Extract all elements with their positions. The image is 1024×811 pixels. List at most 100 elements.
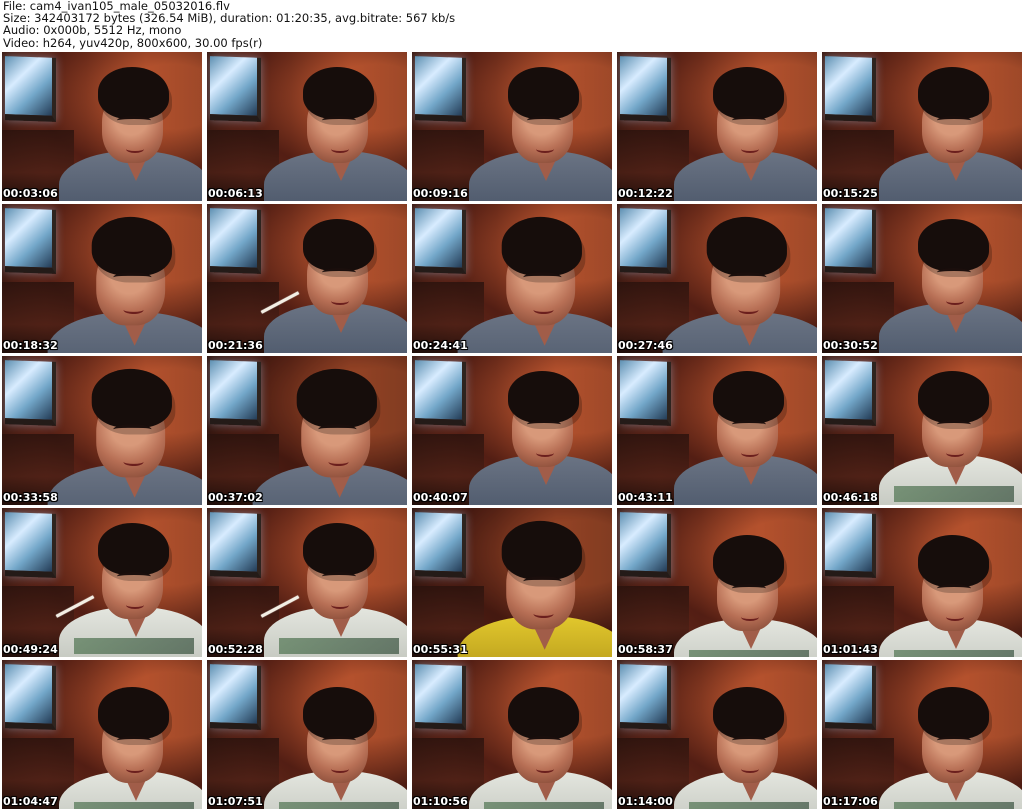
hair-shape <box>501 216 582 276</box>
mouth-shape <box>328 457 349 467</box>
thumbnail: 00:55:31 <box>412 508 612 657</box>
mouth-shape <box>946 297 964 305</box>
mouth-shape <box>126 601 144 609</box>
eyes-shape <box>113 272 152 282</box>
thumbnail-timestamp: 00:06:13 <box>208 187 263 200</box>
thumbnail: 00:27:46 <box>617 204 817 353</box>
thumbnail-timestamp: 01:07:51 <box>208 795 263 808</box>
eyes-shape <box>937 268 971 277</box>
thumbnail: 00:58:37 <box>617 508 817 657</box>
mouth-shape <box>126 145 144 153</box>
tv-screen-image <box>210 664 261 730</box>
thumbnail: 00:24:41 <box>412 204 612 353</box>
thumbnail-timestamp: 00:55:31 <box>413 643 468 656</box>
mouth-shape <box>738 305 759 315</box>
hair-shape <box>706 216 787 276</box>
video-info-text: Video: h264, yuv420p, 800x600, 30.00 fps… <box>3 35 263 50</box>
thumbnail: 00:03:06 <box>2 52 202 201</box>
tv-screen-image <box>825 664 876 730</box>
person-image <box>874 67 1022 201</box>
mouth-shape <box>741 613 759 621</box>
eyes-shape <box>322 736 356 745</box>
thumbnail: 01:07:51 <box>207 660 407 809</box>
mouth-shape <box>946 449 964 457</box>
thumbnail: 01:17:06 <box>822 660 1022 809</box>
thumbnail-timestamp: 00:09:16 <box>413 187 468 200</box>
thumbnail-timestamp: 01:14:00 <box>618 795 673 808</box>
mouth-shape <box>946 145 964 153</box>
mouth-shape <box>126 765 144 773</box>
thumbnail-timestamp: 00:43:11 <box>618 491 673 504</box>
mouth-shape <box>741 145 759 153</box>
thumbnail: 00:37:02 <box>207 356 407 505</box>
hair-shape <box>918 371 989 423</box>
thumbnail-timestamp: 00:21:36 <box>208 339 263 352</box>
hair-shape <box>918 687 989 739</box>
hair-shape <box>303 523 374 575</box>
person-image <box>874 371 1022 505</box>
thumbnail-timestamp: 01:01:43 <box>823 643 878 656</box>
mouth-shape <box>533 305 554 315</box>
tv-screen-image <box>415 56 466 122</box>
tv-screen-image <box>210 512 261 578</box>
eyes-shape <box>523 272 562 282</box>
hair-shape <box>713 687 784 739</box>
mouth-shape <box>331 145 349 153</box>
tv-screen-image <box>620 56 671 122</box>
hair-shape <box>508 687 579 739</box>
thumbnail-timestamp: 00:03:06 <box>3 187 58 200</box>
thumbnail-timestamp: 00:40:07 <box>413 491 468 504</box>
eyes-shape <box>117 572 151 581</box>
person-image <box>669 687 817 809</box>
eyes-shape <box>937 736 971 745</box>
mouth-shape <box>331 601 349 609</box>
hair-shape <box>508 371 579 423</box>
tv-screen-image <box>825 56 876 122</box>
person-image <box>247 368 407 505</box>
thumbnail: 00:43:11 <box>617 356 817 505</box>
thumbnail-timestamp: 00:33:58 <box>3 491 58 504</box>
person-image <box>259 687 407 809</box>
eyes-shape <box>113 424 152 434</box>
hair-shape <box>98 67 169 119</box>
mouth-shape <box>741 449 759 457</box>
hair-shape <box>918 219 989 271</box>
person-image <box>259 523 407 657</box>
eyes-shape <box>322 116 356 125</box>
file-info-header: File: cam4_ivan105_male_05032016.flv Siz… <box>3 0 1021 50</box>
hair-shape <box>91 368 172 428</box>
tv-screen-image <box>620 664 671 730</box>
tv-screen-image <box>5 512 56 578</box>
hair-shape <box>91 216 172 276</box>
thumbnail: 00:12:22 <box>617 52 817 201</box>
thumbnail-timestamp: 01:17:06 <box>823 795 878 808</box>
tv-screen-image <box>825 208 876 274</box>
thumbnail: 00:21:36 <box>207 204 407 353</box>
person-image <box>259 219 407 353</box>
thumbnail: 00:49:24 <box>2 508 202 657</box>
eyes-shape <box>322 268 356 277</box>
person-image <box>54 67 202 201</box>
thumbnail: 00:06:13 <box>207 52 407 201</box>
eyes-shape <box>937 584 971 593</box>
thumbnail: 00:46:18 <box>822 356 1022 505</box>
thumbnail: 01:14:00 <box>617 660 817 809</box>
mouth-shape <box>331 297 349 305</box>
hair-shape <box>713 371 784 423</box>
hair-shape <box>918 535 989 587</box>
eyes-shape <box>527 736 561 745</box>
thumbnail-timestamp: 00:46:18 <box>823 491 878 504</box>
thumbnail: 01:04:47 <box>2 660 202 809</box>
eyes-shape <box>732 736 766 745</box>
thumbnail-timestamp: 00:24:41 <box>413 339 468 352</box>
tv-screen-image <box>620 360 671 426</box>
person-image <box>874 219 1022 353</box>
thumbnail: 00:52:28 <box>207 508 407 657</box>
thumbnail-timestamp: 01:10:56 <box>413 795 468 808</box>
thumbnail-grid: 00:03:06 00:06:13 00:09:16 00:12:22 00:1… <box>2 52 1022 809</box>
person-image <box>464 687 612 809</box>
thumbnail-timestamp: 00:58:37 <box>618 643 673 656</box>
person-image <box>669 371 817 505</box>
mouth-shape <box>536 449 554 457</box>
mouth-shape <box>946 765 964 773</box>
